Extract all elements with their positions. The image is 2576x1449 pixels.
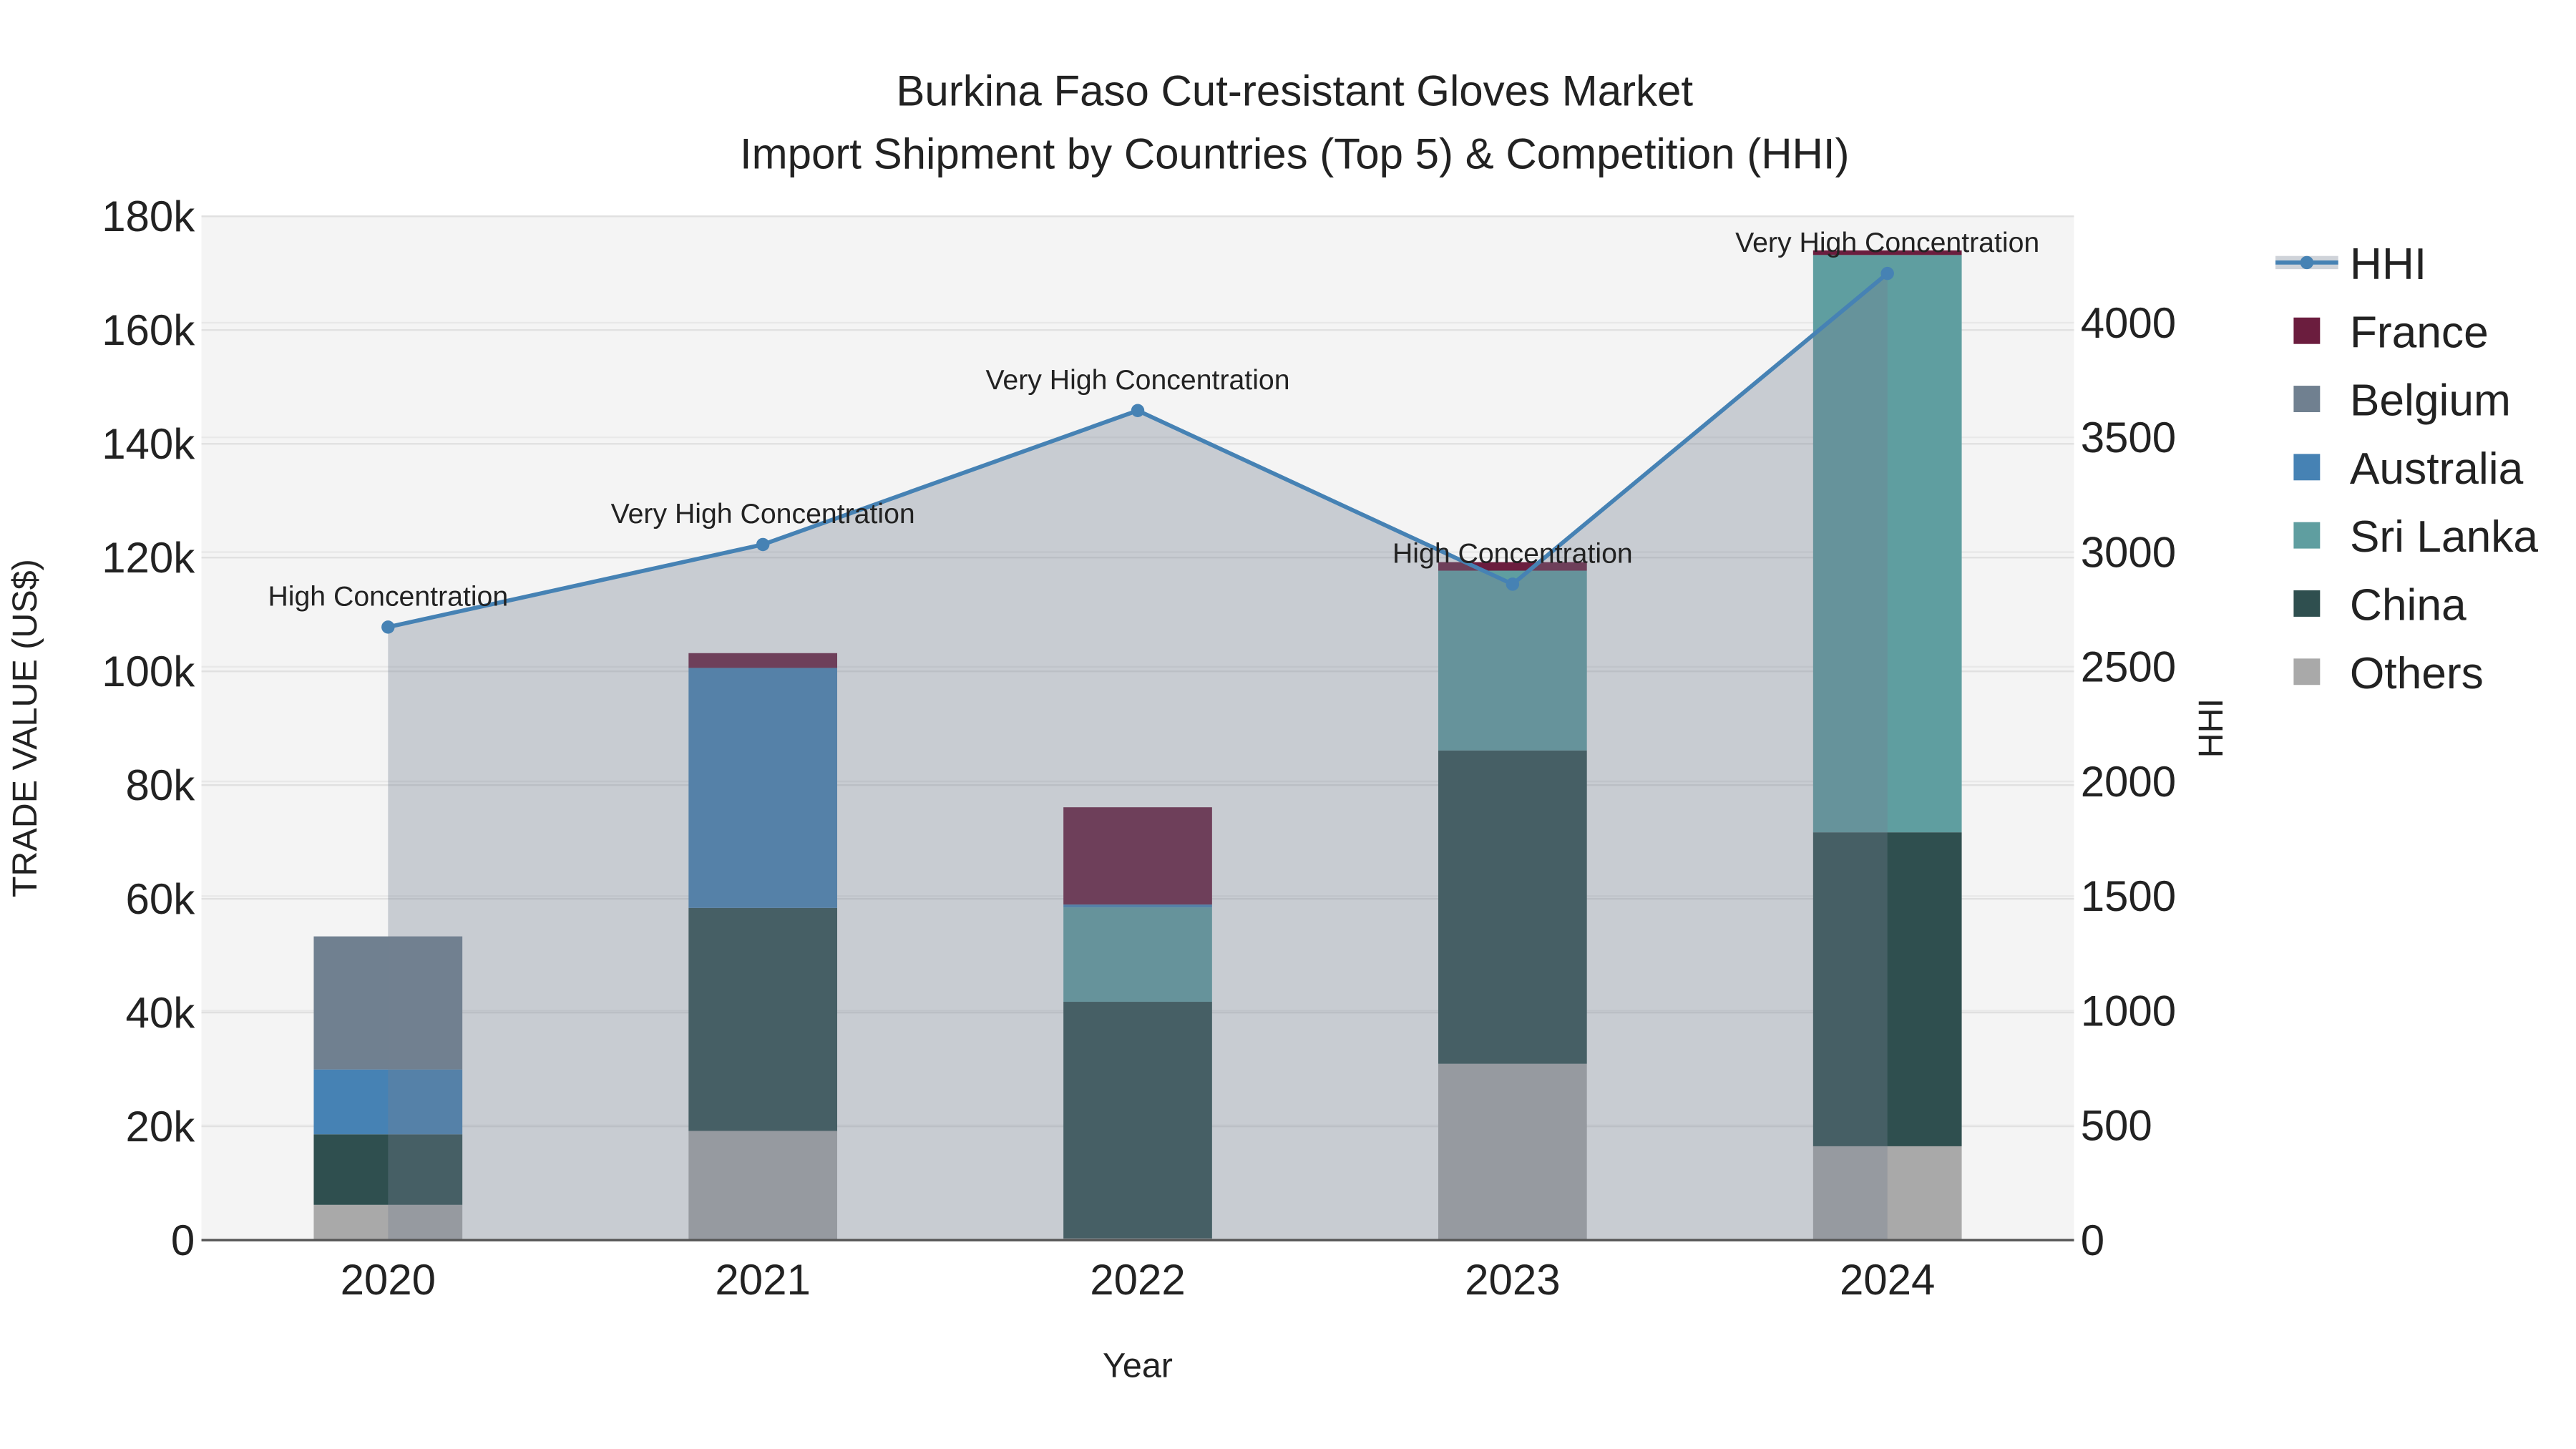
legend-label: China — [2350, 581, 2467, 630]
y2-tick-label: 4000 — [2081, 299, 2176, 347]
chart-title-line2: Import Shipment by Countries (Top 5) & C… — [740, 130, 1850, 177]
y2-tick-label: 1500 — [2081, 872, 2176, 920]
y2-tick-label: 500 — [2081, 1102, 2152, 1150]
y-tick-label: 20k — [126, 1103, 196, 1151]
y2-tick-label: 2000 — [2081, 758, 2176, 806]
y-tick-label: 60k — [126, 875, 196, 923]
y-tick-label: 40k — [126, 989, 196, 1037]
legend-label: Belgium — [2350, 376, 2511, 426]
y-tick-label: 160k — [102, 306, 195, 354]
hhi-annotation: High Concentration — [268, 580, 508, 612]
hhi-point-2021 — [756, 537, 770, 552]
hhi-annotation: Very High Concentration — [611, 498, 915, 530]
y2-tick-label: 2500 — [2081, 643, 2176, 691]
legend-label: Others — [2350, 649, 2484, 698]
legend-swatch-china — [2293, 590, 2321, 617]
hhi-annotation: High Concentration — [1392, 537, 1633, 569]
y-axis-title: TRADE VALUE (US$) — [6, 559, 44, 897]
y-tick-label: 0 — [171, 1216, 195, 1264]
legend-label: Sri Lanka — [2350, 512, 2539, 562]
hhi-point-2023 — [1506, 577, 1520, 591]
y-tick-label: 100k — [102, 648, 195, 696]
legend-swatch-others — [2293, 658, 2321, 686]
x-tick-label: 2024 — [1840, 1256, 1935, 1304]
legend-label: Australia — [2350, 444, 2524, 494]
legend-swatch-australia — [2293, 454, 2321, 481]
x-tick-label: 2020 — [341, 1256, 436, 1304]
hhi-point-2024 — [1880, 266, 1894, 280]
hhi-annotation: Very High Concentration — [985, 364, 1289, 396]
legend-hhi-marker — [2300, 255, 2314, 270]
y-tick-label: 140k — [102, 420, 195, 468]
hhi-point-2022 — [1131, 404, 1145, 418]
y-tick-label: 80k — [126, 761, 196, 809]
legend-swatch-france — [2293, 317, 2321, 344]
legend-swatch-sri-lanka — [2293, 522, 2321, 549]
y2-tick-label: 0 — [2081, 1216, 2104, 1264]
x-tick-label: 2021 — [715, 1256, 810, 1304]
legend-swatch-belgium — [2293, 386, 2321, 412]
y2-axis-title: HHI — [2192, 698, 2230, 758]
y-tick-label: 120k — [102, 534, 195, 582]
y-tick-label: 180k — [102, 192, 195, 240]
chart-title-line1: Burkina Faso Cut-resistant Gloves Market — [896, 67, 1693, 115]
y2-tick-label: 1000 — [2081, 987, 2176, 1035]
hhi-point-2020 — [381, 620, 395, 634]
y2-tick-label: 3000 — [2081, 528, 2176, 576]
x-tick-label: 2022 — [1090, 1256, 1185, 1304]
x-tick-label: 2023 — [1465, 1256, 1560, 1304]
legend: HHI France Belgium Australia Sri Lanka China O… — [2275, 240, 2538, 698]
hhi-import-chart: High Concentration Very High Concentratio… — [6, 67, 2539, 1385]
y2-tick-label: 3500 — [2081, 414, 2176, 462]
legend-label: HHI — [2350, 240, 2426, 289]
x-axis-title: Year — [1103, 1347, 1173, 1385]
hhi-annotation: Very High Concentration — [1735, 227, 2039, 258]
legend-label: France — [2350, 308, 2489, 357]
